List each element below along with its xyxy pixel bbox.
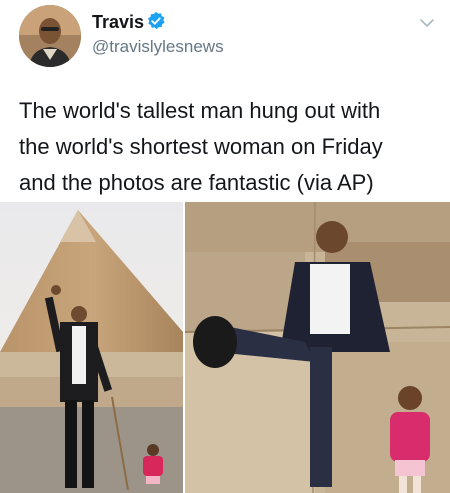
tweet-line: the world's shortest woman on Friday bbox=[19, 134, 383, 159]
avatar-image bbox=[19, 5, 81, 67]
photo-stones-image bbox=[185, 202, 450, 493]
tweet-photo-stones[interactable] bbox=[185, 202, 450, 493]
tweet-line: The world's tallest man hung out with bbox=[19, 98, 381, 123]
tweet-photo-pyramid[interactable] bbox=[0, 202, 183, 493]
tweet-text: The world's tallest man hung out with th… bbox=[19, 93, 439, 201]
avatar[interactable] bbox=[19, 5, 81, 67]
chevron-down-icon[interactable] bbox=[417, 13, 437, 33]
verified-badge-icon bbox=[148, 11, 165, 30]
author-handle[interactable]: @travislylesnews bbox=[92, 37, 224, 57]
tweet-header: Travis @travislylesnews bbox=[0, 0, 450, 80]
photo-pyramid-image bbox=[0, 202, 183, 493]
tweet-line: and the photos are fantastic (via AP) bbox=[19, 170, 374, 195]
author-name[interactable]: Travis bbox=[92, 12, 144, 33]
